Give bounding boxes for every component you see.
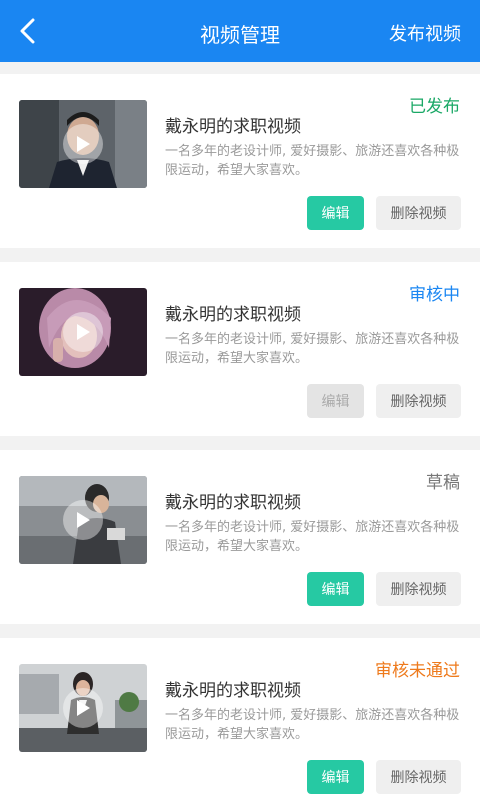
video-thumbnail[interactable]: [19, 664, 147, 752]
delete-video-button[interactable]: 删除视频: [376, 384, 461, 418]
play-icon: [77, 512, 90, 528]
video-title: 戴永明的求职视频: [165, 681, 301, 701]
video-title: 戴永明的求职视频: [165, 305, 301, 325]
top-app-bar: 视频管理 发布视频: [0, 0, 480, 62]
play-icon: [77, 324, 90, 340]
status-badge: 草稿: [426, 473, 460, 493]
edit-button[interactable]: 编辑: [307, 384, 364, 418]
status-badge: 已发布: [409, 97, 460, 117]
video-thumbnail[interactable]: [19, 476, 147, 564]
edit-button[interactable]: 编辑: [307, 760, 364, 794]
video-thumbnail[interactable]: [19, 100, 147, 188]
delete-video-button[interactable]: 删除视频: [376, 572, 461, 606]
video-description: 一名多年的老设计师, 爱好摄影、旅游还喜欢各种极限运动，希望大家喜欢。: [165, 708, 460, 742]
status-badge: 审核中: [409, 285, 460, 305]
video-description: 一名多年的老设计师, 爱好摄影、旅游还喜欢各种极限运动，希望大家喜欢。: [165, 520, 460, 554]
play-button[interactable]: [63, 688, 103, 728]
video-description: 一名多年的老设计师, 爱好摄影、旅游还喜欢各种极限运动，希望大家喜欢。: [165, 332, 460, 366]
video-description: 一名多年的老设计师, 爱好摄影、旅游还喜欢各种极限运动，希望大家喜欢。: [165, 144, 460, 178]
publish-video-button[interactable]: 发布视频: [389, 20, 461, 46]
play-button[interactable]: [63, 124, 103, 164]
play-button[interactable]: [63, 500, 103, 540]
status-badge: 审核未通过: [375, 661, 460, 681]
video-card: 已发布 戴永明的求职视频 一名多年的老设计师, 爱好摄影、旅游还喜欢各种极限运动…: [0, 74, 480, 248]
video-title: 戴永明的求职视频: [165, 493, 301, 513]
delete-video-button[interactable]: 删除视频: [376, 196, 461, 230]
video-thumbnail[interactable]: [19, 288, 147, 376]
edit-button[interactable]: 编辑: [307, 572, 364, 606]
delete-video-button[interactable]: 删除视频: [376, 760, 461, 794]
video-title: 戴永明的求职视频: [165, 117, 301, 137]
play-icon: [77, 136, 90, 152]
video-card: 草稿 戴永明的求职视频 一名多年的老设计师, 爱好摄影、旅游还喜欢各种极限运动，…: [0, 450, 480, 624]
edit-button[interactable]: 编辑: [307, 196, 364, 230]
play-button[interactable]: [63, 312, 103, 352]
video-card: 审核中 戴永明的求职视频 一名多年的老设计师, 爱好摄影、旅游还喜欢各种极限运动…: [0, 262, 480, 436]
play-icon: [77, 700, 90, 716]
video-card: 审核未通过 戴永明的求职视频 一名多年的老设计师, 爱好摄影、旅游还喜欢各种极限…: [0, 638, 480, 800]
